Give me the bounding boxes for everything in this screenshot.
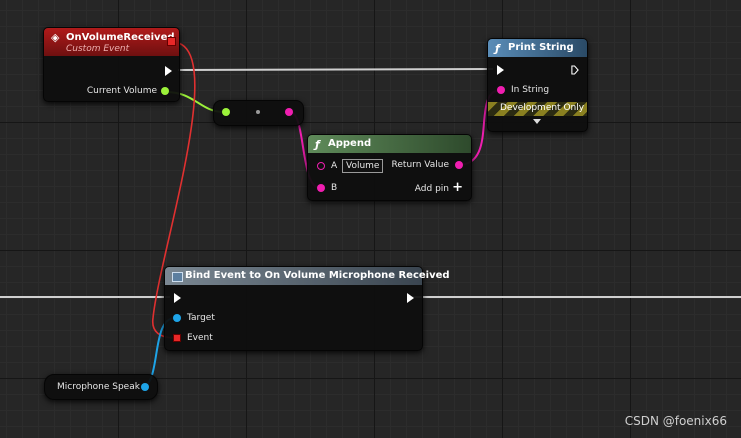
event-node-title: OnVolumeReceived [66, 32, 175, 43]
bind-exec-in-pin[interactable] [174, 293, 181, 303]
on-volume-received-node[interactable]: ◈ OnVolumeReceived Custom Event Current … [43, 27, 180, 102]
print-exec-in-pin[interactable] [497, 65, 504, 75]
conversion-node[interactable] [213, 100, 304, 126]
print-in-string-label: In String [511, 85, 550, 95]
reroute-dot-icon [256, 110, 260, 114]
development-only-banner: Development Only [488, 102, 587, 116]
bind-exec-out-pin[interactable] [407, 293, 414, 303]
bind-event-label: Event [187, 333, 213, 343]
event-delegate-pin[interactable] [167, 37, 176, 46]
expand-arrow-icon[interactable] [533, 119, 541, 124]
bind-event-header: Bind Event to On Volume Microphone Recei… [165, 267, 450, 285]
append-pin-a[interactable] [317, 162, 325, 170]
watermark: CSDN @foenix66 [624, 414, 727, 428]
bind-event-icon [172, 272, 183, 282]
print-string-title: Print String [508, 42, 574, 53]
append-return-label: Return Value [391, 160, 449, 170]
append-pin-b[interactable] [317, 184, 325, 192]
function-icon: ƒ [315, 138, 320, 151]
bind-target-pin[interactable] [173, 314, 181, 322]
conversion-input-pin[interactable] [222, 108, 230, 116]
conversion-output-pin[interactable] [285, 108, 293, 116]
current-volume-pin[interactable] [161, 87, 169, 95]
append-node[interactable]: ƒ Append A Volume B Return Value Add pin… [307, 134, 472, 201]
print-exec-out-pin[interactable] [571, 65, 579, 75]
event-node-subtitle: Custom Event [66, 44, 130, 54]
append-node-header: ƒ Append [308, 135, 471, 153]
append-pin-a-value-input[interactable]: Volume [342, 159, 384, 173]
event-exec-out-pin[interactable] [165, 66, 172, 76]
print-in-string-pin[interactable] [497, 86, 505, 94]
microphone-output-pin[interactable] [141, 383, 149, 391]
bind-target-label: Target [187, 313, 215, 323]
current-volume-label: Current Volume [86, 86, 157, 96]
append-pin-b-label: B [331, 183, 338, 193]
event-node-header: ◈ OnVolumeReceived Custom Event [44, 28, 179, 56]
add-pin-plus-icon[interactable]: + [452, 180, 463, 195]
add-pin-label[interactable]: Add pin [415, 184, 449, 194]
append-return-pin[interactable] [455, 161, 463, 169]
bind-event-node[interactable]: Bind Event to On Volume Microphone Recei… [164, 266, 450, 351]
microphone-speak-node[interactable]: Microphone Speak [44, 374, 158, 400]
append-node-title: Append [328, 138, 372, 149]
bind-event-title: Bind Event to On Volume Microphone Recei… [185, 270, 450, 281]
print-string-header: ƒ Print String [488, 39, 587, 57]
microphone-speak-label: Microphone Speak [57, 382, 140, 392]
development-only-label: Development Only [500, 103, 585, 113]
event-diamond-icon: ◈ [51, 31, 60, 44]
bind-event-delegate-pin[interactable] [173, 334, 181, 342]
exec-wire-event-to-print [177, 68, 494, 71]
append-pin-a-label: A [331, 161, 338, 171]
function-icon: ƒ [495, 42, 500, 55]
print-string-node[interactable]: ƒ Print String In String Development Onl… [487, 38, 588, 132]
